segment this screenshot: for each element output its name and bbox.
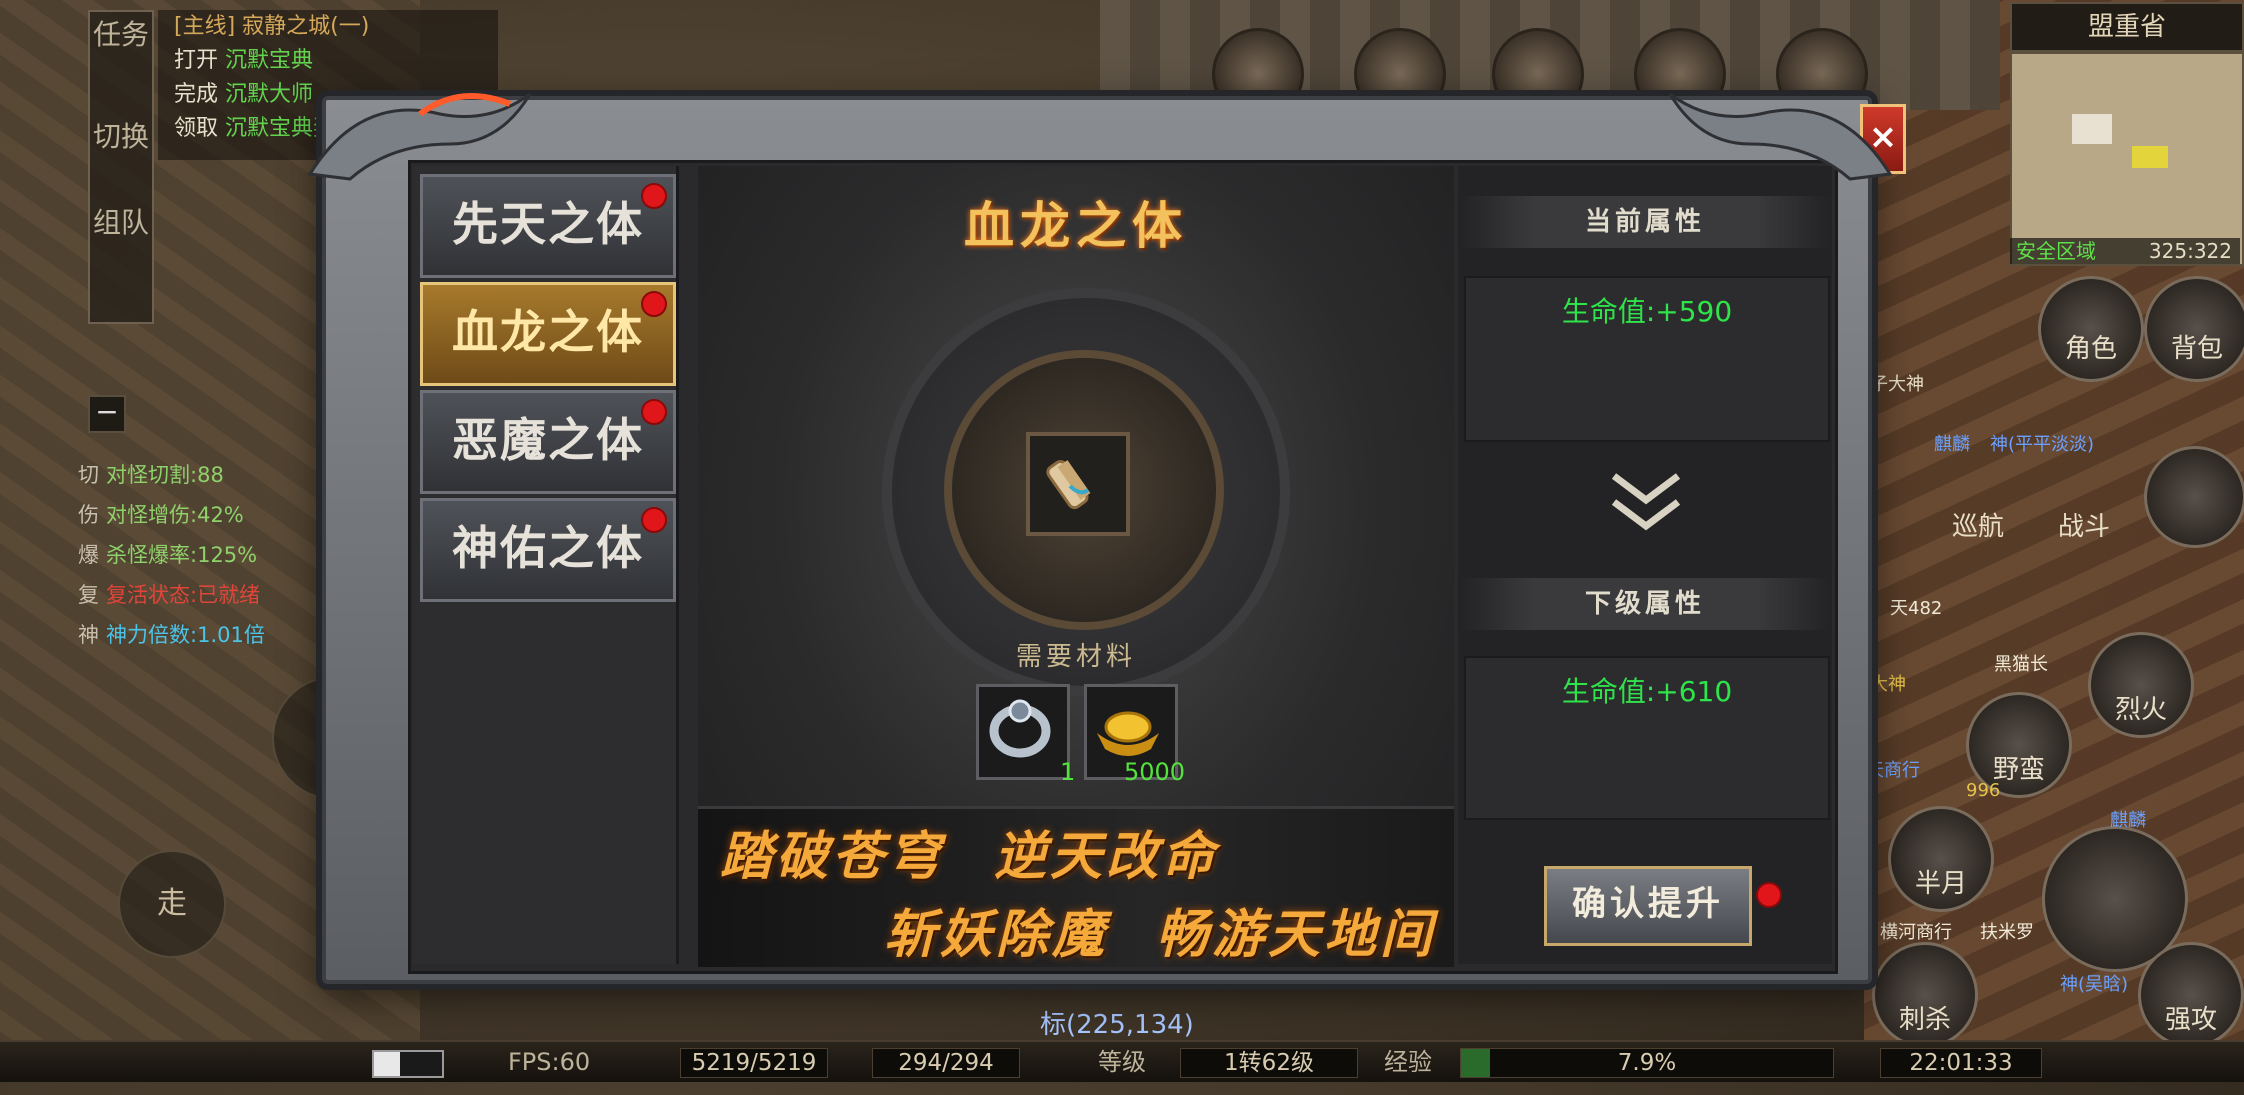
tab-demon-body[interactable]: 恶魔之体	[420, 390, 676, 494]
character-button[interactable]: 角色	[2038, 276, 2144, 382]
level-value: 1转62级	[1180, 1048, 1358, 1078]
mp-value: 294/294	[872, 1048, 1020, 1078]
player-name-tag: 麒麟	[2110, 810, 2146, 831]
notification-dot	[1756, 882, 1782, 908]
bag-button[interactable]: 背包	[2144, 276, 2244, 382]
silver-ring-icon	[989, 699, 1051, 758]
material-slot[interactable]	[976, 684, 1070, 780]
player-name-tag: 天商行	[1866, 760, 1920, 781]
slogan-line: 踏破苍穹	[720, 826, 945, 887]
player-name-tag: 神(平平淡淡)	[1990, 434, 2095, 455]
scroll-icon	[1046, 460, 1091, 510]
player-name-tag: 大神	[1870, 674, 1906, 695]
current-attributes-box: 生命值:+590	[1464, 276, 1830, 442]
safe-zone-label: 安全区域	[2016, 239, 2096, 263]
minimap-building	[2072, 114, 2112, 144]
notification-dot	[641, 507, 667, 533]
bottom-status-bar: FPS:60 5219/5219 294/294 等级 1转62级 经验 7.9…	[0, 1040, 2244, 1082]
notification-dot	[641, 399, 667, 425]
notification-dot	[641, 183, 667, 209]
walk-button[interactable]: 走	[118, 850, 226, 958]
body-type-tab-list: 先天之体 血龙之体 恶魔之体 神佑之体	[414, 166, 679, 964]
player-name-tag: 子大神	[1870, 374, 1924, 395]
quest-step: 打开 沉默宝典	[174, 48, 314, 73]
collapse-button[interactable]: −	[88, 395, 126, 433]
fps-counter: FPS:60	[508, 1048, 591, 1076]
material-count: 5000	[1124, 758, 1186, 786]
dpad-icon[interactable]	[2144, 446, 2244, 548]
exp-bar-fill	[1461, 1049, 1491, 1077]
player-name-tag: 天482	[1890, 598, 1943, 619]
level-label: 等级	[1098, 1048, 1146, 1076]
slogan-line: 斩妖除魔	[884, 904, 1109, 965]
notification-dot	[641, 291, 667, 317]
next-hp-value: 生命值:+610	[1561, 675, 1733, 708]
player-name-tag: 黑猫长	[1994, 654, 2048, 675]
tab-blood-dragon-body[interactable]: 血龙之体	[420, 282, 676, 386]
tab-innate-body[interactable]: 先天之体	[420, 174, 676, 278]
slogan-line: 畅游天地间	[1156, 904, 1437, 965]
player-name-tag: 横河商行	[1880, 922, 1952, 943]
battery-icon	[372, 1050, 444, 1078]
patrol-button[interactable]: 巡航	[1928, 452, 2028, 552]
quest-tab-column: 任务 切换 组队	[88, 10, 154, 324]
skill-stab-button[interactable]: 刺杀	[1872, 942, 1978, 1048]
tab-quest[interactable]: 任务	[90, 12, 152, 114]
confirm-upgrade-button[interactable]: 确认提升	[1544, 866, 1752, 946]
minimap-footer: 安全区域 325:322	[2010, 238, 2240, 264]
tab-switch[interactable]: 切换	[90, 114, 152, 200]
clock: 22:01:33	[1880, 1048, 2042, 1078]
quest-title: [主线] 寂静之城(一)	[174, 14, 370, 39]
province-name: 盟重省	[2010, 2, 2244, 52]
player-name-tag: 麒麟	[1934, 434, 1970, 455]
current-hp-value: 生命值:+590	[1561, 295, 1733, 328]
player-name-tag: 扶米罗	[1980, 922, 2034, 943]
exp-bar: 7.9%	[1460, 1048, 1834, 1078]
material-count: 1	[1060, 758, 1076, 786]
hp-value: 5219/5219	[680, 1048, 828, 1078]
player-name-tag: 996	[1966, 780, 2001, 801]
skill-half-moon-button[interactable]: 半月	[1888, 806, 1994, 912]
fight-button[interactable]: 战斗	[2034, 452, 2134, 552]
body-title: 血龙之体	[964, 196, 1188, 255]
player-coords: 325:322	[2148, 239, 2232, 263]
next-attributes-box: 生命值:+610	[1464, 656, 1830, 820]
chat-coordinate-text[interactable]: 标(225,134)	[1040, 1004, 1194, 1041]
player-name-tag: 神(吴晗)	[2060, 974, 2129, 995]
skill-strong-button[interactable]: 强攻	[2138, 942, 2244, 1048]
tab-divine-body[interactable]: 神佑之体	[420, 498, 676, 602]
exp-value: 7.9%	[1617, 1050, 1677, 1076]
minimap[interactable]	[2010, 52, 2244, 266]
materials-title: 需要材料	[1015, 642, 1136, 672]
minimap-marker	[2132, 146, 2168, 168]
slogan-line: 逆天改命	[994, 826, 1219, 887]
skill-fire-button[interactable]: 烈火	[2088, 632, 2194, 738]
current-attributes-header: 当前属性	[1460, 196, 1830, 248]
exp-label: 经验	[1384, 1048, 1432, 1076]
chevron-down-icon	[1611, 473, 1681, 531]
tab-team[interactable]: 组队	[90, 200, 152, 316]
next-attributes-header: 下级属性	[1460, 578, 1830, 630]
